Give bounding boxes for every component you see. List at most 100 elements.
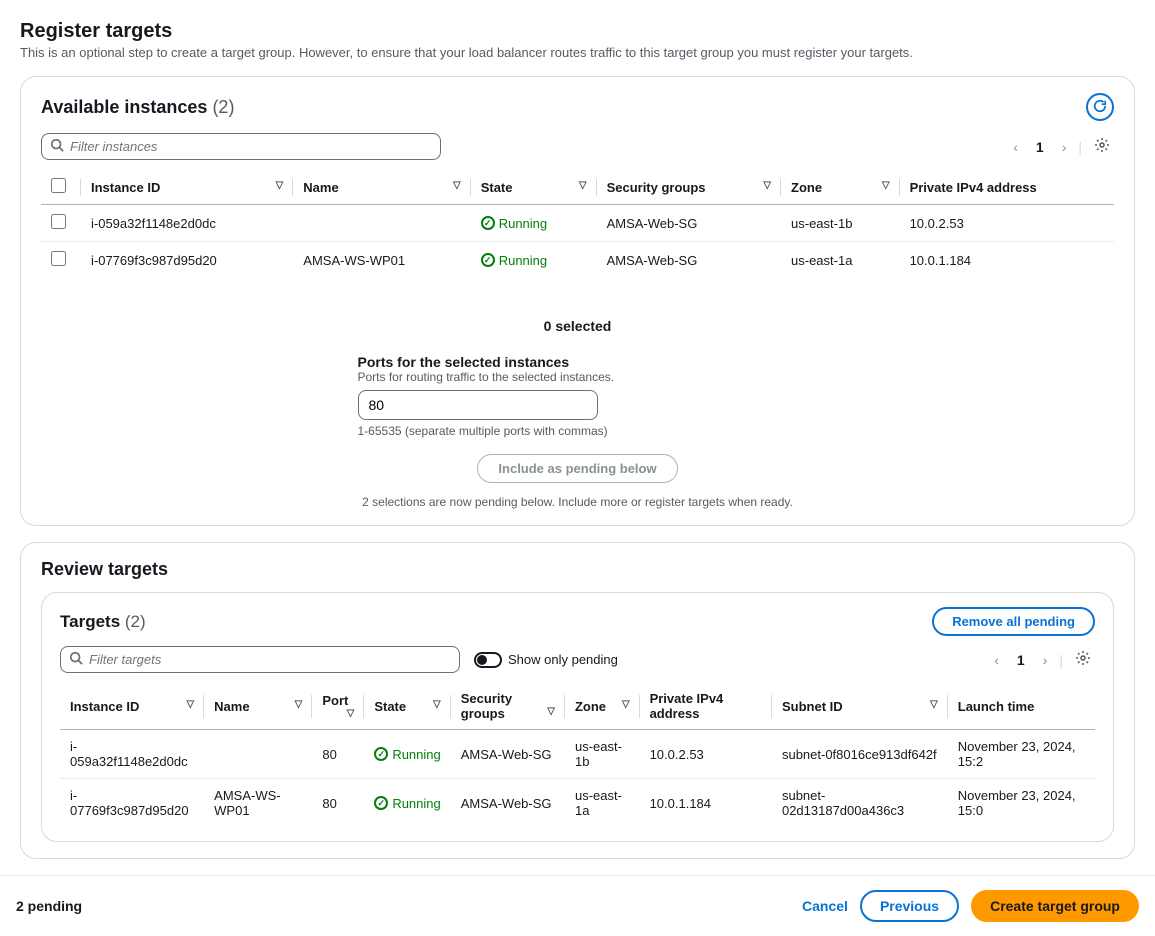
sort-icon: ▽ [579,180,587,191]
next-page-icon[interactable]: › [1058,135,1071,159]
footer-bar: 2 pending Cancel Previous Create target … [0,875,1155,936]
targets-subpanel: Targets (2) Remove all pending Show only… [41,592,1114,842]
filter-targets-field[interactable] [89,652,451,667]
remove-all-pending-button[interactable]: Remove all pending [932,607,1095,636]
col-instance-id[interactable]: Instance ID▽ [60,683,204,730]
ports-hint: 1-65535 (separate multiple ports with co… [358,424,798,438]
instance-name: AMSA-WS-WP01 [293,242,470,279]
check-icon [374,796,388,810]
review-targets-panel: Review targets Targets (2) Remove all pe… [20,542,1135,859]
state-running: Running [374,796,440,811]
table-row[interactable]: i-059a32f1148e2d0dc Running AMSA-Web-SG … [41,205,1114,242]
search-icon [50,138,64,155]
sort-icon: ▽ [347,708,355,719]
refresh-icon [1093,99,1107,116]
instance-id: i-059a32f1148e2d0dc [81,205,293,242]
available-count: (2) [212,97,234,117]
targets-title-text: Targets [60,612,120,631]
targets-table: Instance ID▽ Name▽ Port▽ State▽ Security… [60,683,1095,827]
col-private-ip[interactable]: Private IPv4 address [900,170,1114,205]
refresh-button[interactable] [1086,93,1114,121]
zone: us-east-1b [565,730,640,779]
col-name[interactable]: Name▽ [293,170,470,205]
state-running: Running [481,216,587,231]
ports-description: Ports for routing traffic to the selecte… [358,370,798,384]
row-checkbox[interactable] [51,214,66,229]
settings-icon[interactable] [1071,646,1095,673]
sort-icon: ▽ [547,706,555,717]
col-port[interactable]: Port▽ [312,683,364,730]
page-number: 1 [1030,139,1050,155]
pending-message: 2 selections are now pending below. Incl… [41,495,1114,509]
next-page-icon[interactable]: › [1039,648,1052,672]
sort-icon: ▽ [433,699,441,710]
port: 80 [312,779,364,828]
security-group: AMSA-Web-SG [451,730,565,779]
prev-page-icon[interactable]: ‹ [990,648,1003,672]
toggle-label: Show only pending [508,652,618,667]
sort-icon: ▽ [276,180,284,191]
divider: | [1059,652,1063,668]
launch-time: November 23, 2024, 15:2 [948,730,1095,779]
cancel-button[interactable]: Cancel [802,898,848,914]
instance-name [204,730,312,779]
select-all-checkbox[interactable] [51,178,66,193]
state-running: Running [481,253,587,268]
row-checkbox[interactable] [51,251,66,266]
table-row[interactable]: i-07769f3c987d95d20 AMSA-WS-WP01 80 Runn… [60,779,1095,828]
check-icon [481,253,495,267]
create-target-group-button[interactable]: Create target group [971,890,1139,922]
sort-icon: ▽ [930,699,938,710]
zone: us-east-1b [781,205,900,242]
security-group: AMSA-Web-SG [597,205,781,242]
subnet-id: subnet-02d13187d00a436c3 [772,779,948,828]
available-pagination: ‹ 1 › | [1009,133,1114,160]
col-security-groups[interactable]: Security groups▽ [451,683,565,730]
col-name[interactable]: Name▽ [204,683,312,730]
instance-name [293,205,470,242]
subnet-id: subnet-0f8016ce913df642f [772,730,948,779]
table-row[interactable]: i-07769f3c987d95d20 AMSA-WS-WP01 Running… [41,242,1114,279]
instance-id: i-07769f3c987d95d20 [60,779,204,828]
instance-name: AMSA-WS-WP01 [204,779,312,828]
zone: us-east-1a [781,242,900,279]
col-zone[interactable]: Zone▽ [565,683,640,730]
sort-icon: ▽ [186,699,194,710]
col-instance-id[interactable]: Instance ID▽ [81,170,293,205]
pending-count: 2 pending [16,898,82,914]
prev-page-icon[interactable]: ‹ [1009,135,1022,159]
filter-instances-input[interactable] [41,133,441,160]
col-launch-time[interactable]: Launch time [948,683,1095,730]
ports-input[interactable] [358,390,598,420]
divider: | [1078,139,1082,155]
include-pending-button[interactable]: Include as pending below [477,454,677,483]
filter-targets-input[interactable] [60,646,460,673]
selected-count: 0 selected [41,318,1114,334]
sort-icon: ▽ [295,699,303,710]
col-state[interactable]: State▽ [364,683,450,730]
table-row[interactable]: i-059a32f1148e2d0dc 80 Running AMSA-Web-… [60,730,1095,779]
col-private-ip[interactable]: Private IPv4 address [640,683,772,730]
show-only-pending-toggle[interactable]: Show only pending [474,652,618,668]
filter-instances-field[interactable] [70,139,432,154]
launch-time: November 23, 2024, 15:0 [948,779,1095,828]
zone: us-east-1a [565,779,640,828]
check-icon [374,747,388,761]
page-number: 1 [1011,652,1031,668]
private-ip: 10.0.1.184 [900,242,1114,279]
col-security-groups[interactable]: Security groups▽ [597,170,781,205]
instance-id: i-07769f3c987d95d20 [81,242,293,279]
toggle-switch[interactable] [474,652,502,668]
settings-icon[interactable] [1090,133,1114,160]
sort-icon: ▽ [763,180,771,191]
available-title-text: Available instances [41,97,207,117]
page-subtitle: This is an optional step to create a tar… [20,45,1135,60]
private-ip: 10.0.2.53 [900,205,1114,242]
review-title: Review targets [41,559,1114,580]
col-subnet-id[interactable]: Subnet ID▽ [772,683,948,730]
private-ip: 10.0.1.184 [640,779,772,828]
previous-button[interactable]: Previous [860,890,959,922]
port: 80 [312,730,364,779]
col-state[interactable]: State▽ [471,170,597,205]
col-zone[interactable]: Zone▽ [781,170,900,205]
